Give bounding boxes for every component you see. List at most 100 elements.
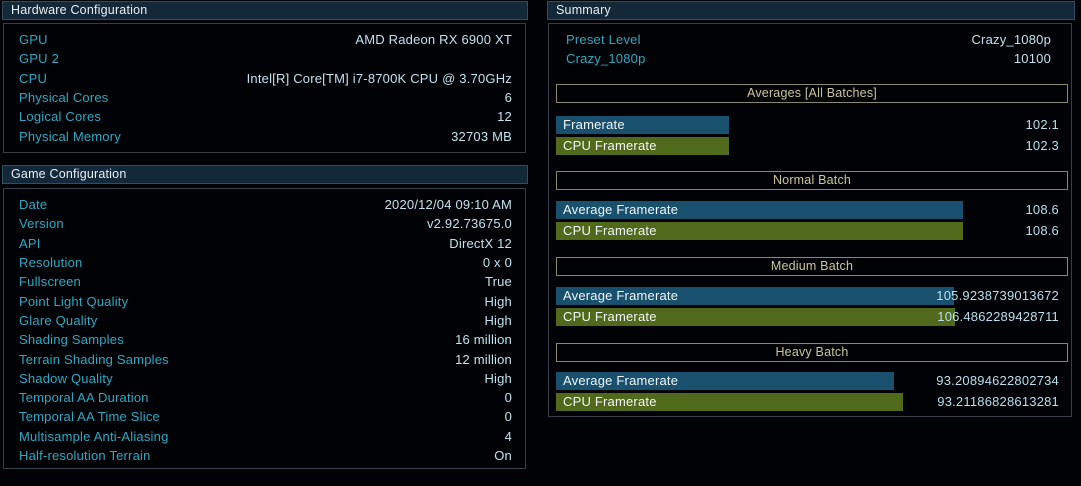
row-value: 0 [505,390,512,405]
section-header-label: Averages [All Batches] [747,86,877,100]
row-value: High [484,371,512,386]
framerate-bar-row: Average Framerate 105.9238739013672 [556,287,1059,305]
cpu-framerate-bar-row: CPU Framerate 102.3 [556,137,1059,155]
section-header-label: Heavy Batch [775,345,848,359]
framerate-bar-row: Average Framerate 108.6 [556,201,1059,219]
game-configuration-title: Game Configuration [11,167,126,181]
row-value: DirectX 12 [449,236,512,251]
table-row: GPU AMD Radeon RX 6900 XT [19,30,512,49]
bar-label: Average Framerate [563,287,678,305]
row-value: Intel[R] Core[TM] i7-8700K CPU @ 3.70GHz [247,71,512,86]
averages-all-batches-header: Averages [All Batches] [556,84,1068,103]
row-value: 12 [497,109,512,124]
normal-batch-header: Normal Batch [556,171,1068,190]
table-row: GPU 2 [19,49,512,68]
row-value: On [494,448,512,463]
table-row: Fullscreen True [19,272,512,291]
summary-titlebar: Summary [547,1,1075,20]
framerate-bar-row: Framerate 102.1 [556,116,1059,134]
row-label: Version [19,216,64,231]
row-label: GPU [19,32,48,47]
table-row: Shading Samples 16 million [19,330,512,349]
row-label: Glare Quality [19,313,97,328]
row-value: 32703 MB [451,129,512,144]
section-header-label: Normal Batch [773,173,851,187]
benchmark-results-screen: Hardware Configuration GPU AMD Radeon RX… [0,0,1081,486]
row-value: 2020/12/04 09:10 AM [385,197,512,212]
bar-value: 108.6 [1025,201,1059,219]
cpu-framerate-bar-row: CPU Framerate 106.4862289428711 [556,308,1059,326]
table-row: Shadow Quality High [19,369,512,388]
hardware-configuration-titlebar: Hardware Configuration [2,1,528,20]
row-label: Resolution [19,255,82,270]
table-row: Logical Cores 12 [19,107,512,126]
table-row: Point Light Quality High [19,291,512,310]
row-value: High [484,294,512,309]
table-row: API DirectX 12 [19,234,512,253]
row-label: Shadow Quality [19,371,113,386]
row-label: GPU 2 [19,51,59,66]
row-label: Physical Memory [19,129,121,144]
table-row: Physical Cores 6 [19,88,512,107]
row-label: Half-resolution Terrain [19,448,151,463]
section-header-label: Medium Batch [771,259,853,273]
row-label: Temporal AA Time Slice [19,409,160,424]
hardware-configuration-title: Hardware Configuration [11,3,147,17]
row-value: 6 [505,90,512,105]
bar-value: 102.3 [1025,137,1059,155]
bar-label: CPU Framerate [563,308,657,326]
row-label: Temporal AA Duration [19,390,149,405]
table-row: CPU Intel[R] Core[TM] i7-8700K CPU @ 3.7… [19,69,512,88]
bar-label: Average Framerate [563,372,678,390]
cpu-framerate-bar-row: CPU Framerate 93.21186828613281 [556,393,1059,411]
row-value: 0 x 0 [483,255,512,270]
left-column: Hardware Configuration GPU AMD Radeon RX… [0,0,540,486]
bar-label: Framerate [563,116,625,134]
row-value: AMD Radeon RX 6900 XT [355,32,512,47]
preset-level-value: Crazy_1080p [971,32,1051,47]
table-row: Temporal AA Time Slice 0 [19,407,512,426]
table-row: Temporal AA Duration 0 [19,388,512,407]
table-row: Half-resolution Terrain On [19,446,512,465]
table-row: Resolution 0 x 0 [19,253,512,272]
table-row: Version v2.92.73675.0 [19,214,512,233]
table-row: Date 2020/12/04 09:10 AM [19,195,512,214]
heavy-batch-header: Heavy Batch [556,343,1068,362]
row-label: API [19,236,41,251]
preset-level-label: Preset Level [566,32,641,47]
row-label: Fullscreen [19,274,81,289]
bar-value: 93.21186828613281 [937,393,1059,411]
bar-label: CPU Framerate [563,137,657,155]
row-value: v2.92.73675.0 [427,216,512,231]
row-label: Physical Cores [19,90,109,105]
bar-value: 106.4862289428711 [937,308,1059,326]
table-row: Glare Quality High [19,311,512,330]
score-preset-label: Crazy_1080p [566,51,646,66]
row-value: High [484,313,512,328]
row-value: 4 [505,429,512,444]
table-row: Physical Memory 32703 MB [19,126,512,145]
medium-batch-header: Medium Batch [556,257,1068,276]
row-value: 0 [505,409,512,424]
summary-title: Summary [556,3,611,17]
bar-label: Average Framerate [563,201,678,219]
table-row: Preset Level Crazy_1080p [566,30,1051,49]
summary-column: Summary Preset Level Crazy_1080p Crazy_1… [547,0,1081,486]
game-configuration-panel: Date 2020/12/04 09:10 AM Version v2.92.7… [3,188,526,469]
bar-label: CPU Framerate [563,222,657,240]
row-label: Logical Cores [19,109,101,124]
game-configuration-titlebar: Game Configuration [2,165,528,184]
row-label: Multisample Anti-Aliasing [19,429,169,444]
table-row: Crazy_1080p 10100 [566,49,1051,68]
row-label: Shading Samples [19,332,124,347]
score-value: 10100 [1014,51,1051,66]
bar-label: CPU Framerate [563,393,657,411]
row-value: True [485,274,512,289]
row-value: 16 million [455,332,512,347]
row-value: 12 million [455,352,512,367]
bar-value: 108.6 [1025,222,1059,240]
row-label: CPU [19,71,47,86]
bar-value: 93.20894622802734 [936,372,1059,390]
hardware-configuration-panel: GPU AMD Radeon RX 6900 XT GPU 2 CPU Inte… [3,23,526,153]
row-label: Point Light Quality [19,294,128,309]
